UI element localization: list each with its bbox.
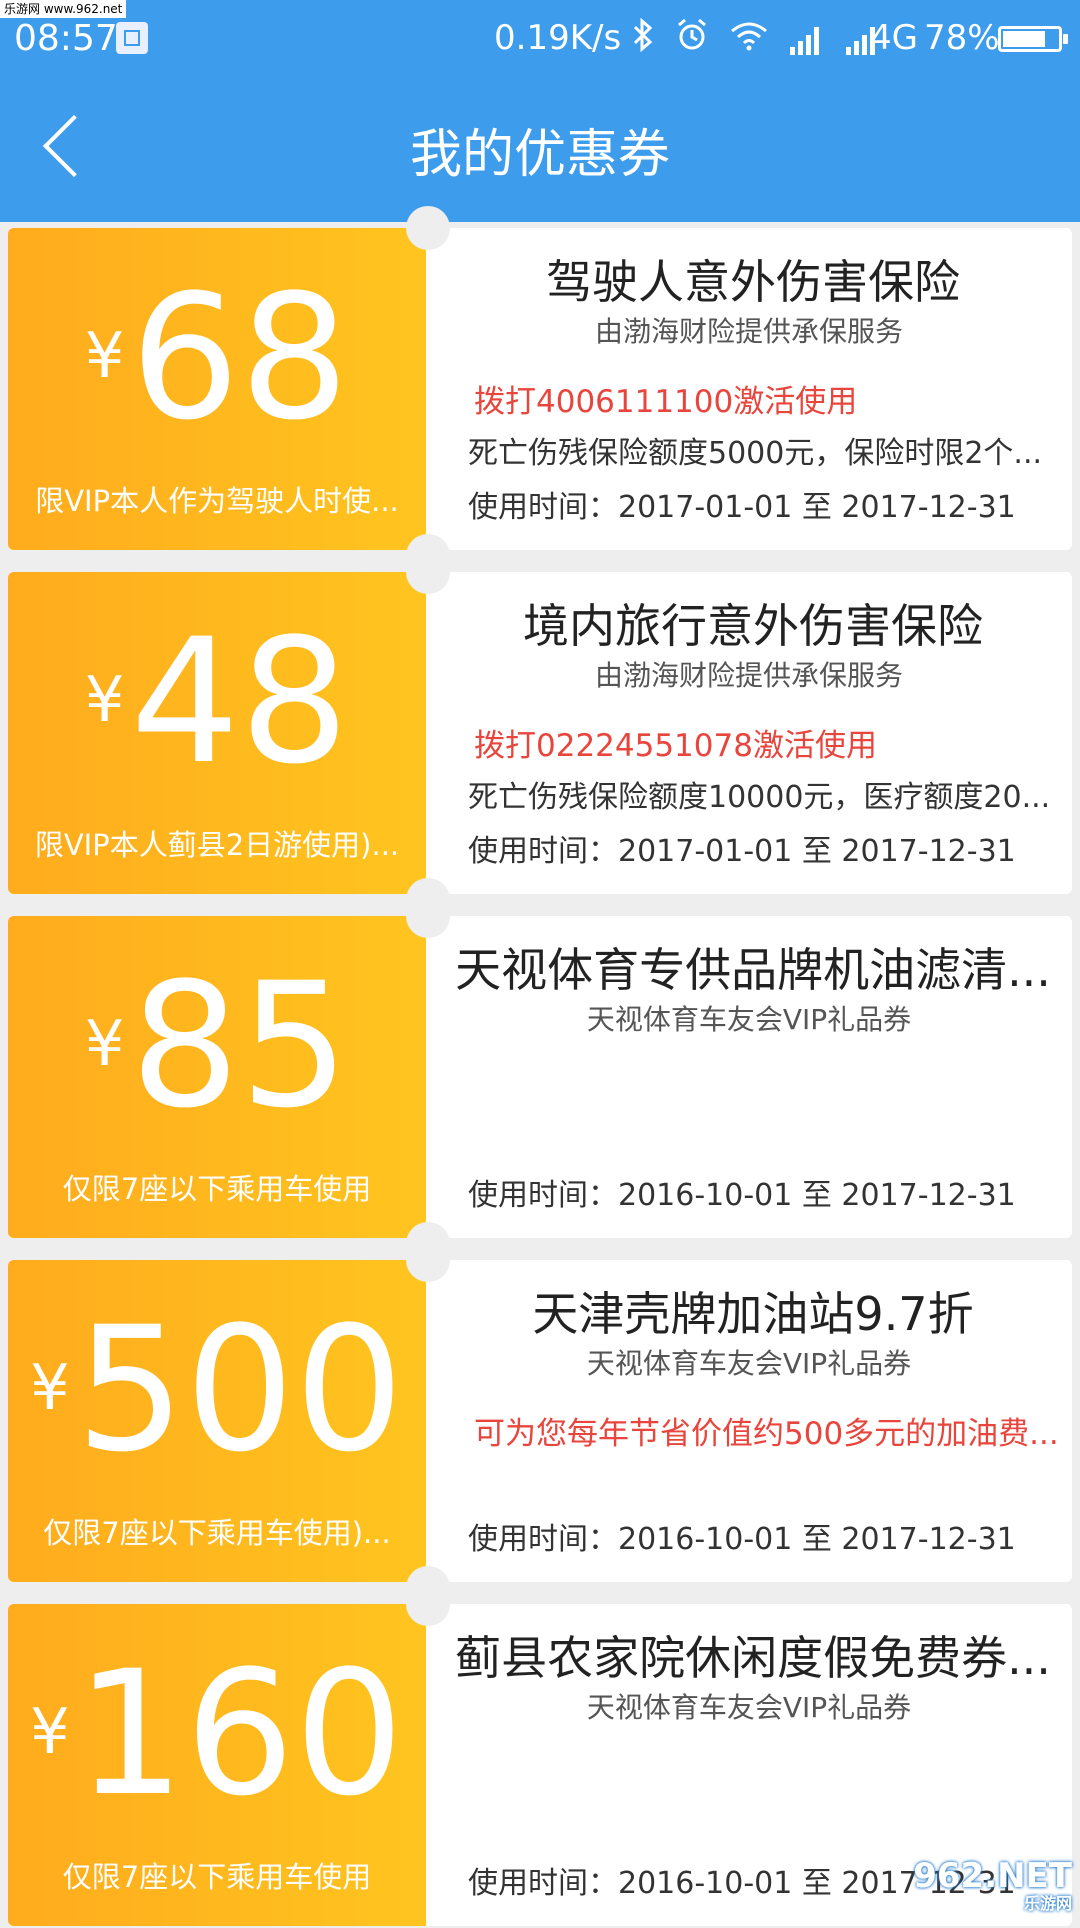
coupon-info-panel: 天视体育专供品牌机油滤清... 天视体育车友会VIP礼品券 使用时间：2016-… [426,916,1072,1238]
coupon-title: 驾驶人意外伤害保险 [546,255,960,309]
coupon-info-panel: 天津壳牌加油站9.7折 天视体育车友会VIP礼品券 可为您每年节省价值约500多… [426,1260,1072,1582]
coupon-condition: 限VIP本人蓟县2日游使用)... [34,828,400,862]
coupon-highlight: 可为您每年节省价值约500多元的加油费... [474,1416,1059,1452]
coupon-amount-value: 500 [75,1289,404,1490]
coupon-title: 境内旅行意外伤害保险 [523,599,983,653]
coupon-valid-time: 使用时间：2017-01-01 至 2017-12-31 [468,490,1016,525]
coupon-title: 天视体育专供品牌机油滤清... [455,943,1051,997]
currency-symbol: ¥ [30,1695,70,1768]
coupon-notch [406,1582,450,1626]
coupon-title: 蓟县农家院休闲度假免费券... [455,1631,1051,1685]
app-header: 08:57 0.19K/s 4G 78% 乐游网 www.962.net 我的优… [0,0,1080,222]
coupon-description: 死亡伤残保险额度10000元，医疗额度20... [468,780,1051,815]
coupon-subtitle: 由渤海财险提供承保服务 [594,315,903,348]
coupon-valid-time: 使用时间：2016-10-01 至 2017-12-31 [468,1178,1016,1213]
coupon-highlight: 拨打4006111100激活使用 [474,384,858,420]
coupon-subtitle: 天视体育车友会VIP礼品券 [586,1347,912,1380]
coupon-amount-value: 68 [130,257,350,458]
coupon-amount-value: 160 [75,1633,404,1834]
screenshot-icon [116,22,148,54]
status-icons [632,17,880,61]
coupon-valid-time: 使用时间：2016-10-01 至 2017-12-31 [468,1522,1016,1557]
status-net-speed: 0.19K/s [494,18,622,58]
battery-fill [1003,31,1045,47]
coupon-amount-value: 85 [130,945,350,1146]
coupon-condition: 限VIP本人作为驾驶人时使... [35,484,399,518]
status-time: 08:57 [14,18,118,59]
coupon-valid-time: 使用时间：2017-01-01 至 2017-12-31 [468,834,1016,869]
coupon-highlight: 拨打02224551078激活使用 [474,728,877,764]
currency-symbol: ¥ [84,1007,125,1080]
wifi-icon [730,20,768,60]
coupon-subtitle: 天视体育车友会VIP礼品券 [586,1691,912,1724]
coupon-info-panel: 驾驶人意外伤害保险 由渤海财险提供承保服务 拨打4006111100激活使用 死… [426,228,1072,550]
coupon-title: 天津壳牌加油站9.7折 [532,1287,974,1341]
coupon-amount: ¥48 [8,602,426,802]
bluetooth-icon [632,17,654,61]
coupon-card[interactable]: ¥85 仅限7座以下乘用车使用 天视体育专供品牌机油滤清... 天视体育车友会V… [8,894,1072,1266]
coupon-value-panel: ¥160 仅限7座以下乘用车使用 [8,1604,426,1926]
coupon-card[interactable]: ¥48 限VIP本人蓟县2日游使用)... 境内旅行意外伤害保险 由渤海财险提供… [8,550,1072,922]
status-battery-percent: 78% [924,18,1000,58]
coupon-info-panel: 境内旅行意外伤害保险 由渤海财险提供承保服务 拨打02224551078激活使用… [426,572,1072,894]
coupon-amount: ¥500 [8,1290,426,1490]
coupon-card[interactable]: ¥68 限VIP本人作为驾驶人时使... 驾驶人意外伤害保险 由渤海财险提供承保… [8,206,1072,578]
coupon-condition: 仅限7座以下乘用车使用 [62,1860,372,1894]
status-bar: 08:57 0.19K/s 4G 78% [0,0,1080,80]
coupon-notch [406,206,450,250]
alarm-icon [676,18,708,61]
coupon-amount: ¥85 [8,946,426,1146]
coupon-value-panel: ¥68 限VIP本人作为驾驶人时使... [8,228,426,550]
coupon-notch [406,894,450,938]
status-network: 4G [870,18,918,58]
currency-symbol: ¥ [84,319,125,392]
coupon-condition: 仅限7座以下乘用车使用)... [43,1516,391,1550]
coupon-value-panel: ¥500 仅限7座以下乘用车使用)... [8,1260,426,1582]
coupon-subtitle: 天视体育车友会VIP礼品券 [586,1003,912,1036]
currency-symbol: ¥ [30,1351,70,1424]
signal-icon [790,25,824,55]
coupon-card[interactable]: ¥500 仅限7座以下乘用车使用)... 天津壳牌加油站9.7折 天视体育车友会… [8,1238,1072,1610]
coupon-notch [406,550,450,594]
coupon-value-panel: ¥48 限VIP本人蓟县2日游使用)... [8,572,426,894]
coupon-value-panel: ¥85 仅限7座以下乘用车使用 [8,916,426,1238]
watermark-top: 乐游网 www.962.net [0,0,127,18]
currency-symbol: ¥ [84,663,125,736]
coupon-subtitle: 由渤海财险提供承保服务 [594,659,903,692]
coupon-description: 死亡伤残保险额度5000元，保险时限2个... [468,436,1043,471]
coupon-condition: 仅限7座以下乘用车使用 [62,1172,372,1206]
coupon-amount: ¥68 [8,258,426,458]
coupon-amount: ¥160 [8,1634,426,1834]
battery-icon [998,26,1068,52]
watermark-bottom: 962.NET 乐游网 [913,1856,1072,1914]
page-title: 我的优惠券 [409,125,670,185]
coupon-notch [406,1238,450,1282]
coupon-amount-value: 48 [130,601,350,802]
